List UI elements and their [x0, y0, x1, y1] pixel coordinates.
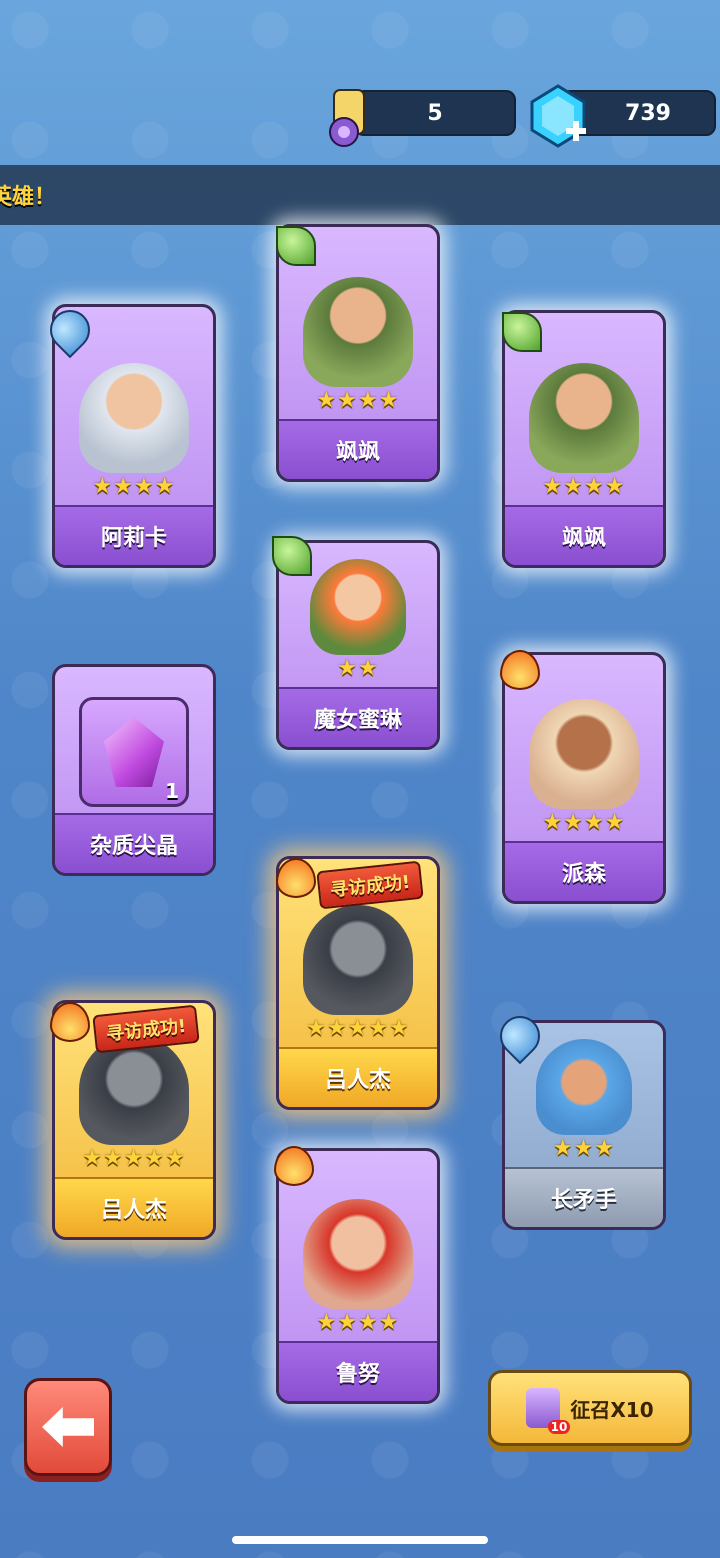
star-rating: ★★★★	[316, 1310, 400, 1335]
hero-figure	[79, 363, 189, 473]
item-card[interactable]: 1 杂质尖晶	[52, 664, 216, 876]
gem-count: 739	[625, 100, 671, 126]
summon-x10-button[interactable]: 10 征召X10	[488, 1370, 692, 1446]
hero-figure	[303, 277, 413, 387]
leaf-element-icon	[276, 226, 316, 266]
hero-name: 阿莉卡	[55, 505, 213, 565]
fire-element-icon	[50, 1002, 90, 1042]
fire-element-icon	[276, 858, 316, 898]
fire-element-icon	[274, 1146, 314, 1186]
hero-figure	[310, 559, 406, 655]
hero-figure	[536, 1039, 632, 1135]
hero-name: 鲁努	[279, 1341, 437, 1401]
item-count: 1	[165, 779, 179, 803]
hero-name: 长矛手	[505, 1167, 663, 1227]
crystal-icon	[104, 717, 164, 787]
hero-name: 飒飒	[279, 419, 437, 479]
leaf-element-icon	[502, 312, 542, 352]
back-button[interactable]	[24, 1378, 112, 1476]
hero-name: 飒飒	[505, 505, 663, 565]
star-rating: ★★★	[552, 1136, 616, 1161]
star-rating: ★★★★	[316, 388, 400, 413]
hero-name: 派森	[505, 841, 663, 901]
hero-figure	[529, 363, 639, 473]
banner-text: 英雄！	[0, 185, 57, 210]
scroll-count: 5	[427, 100, 443, 126]
gem-add-icon[interactable]	[526, 84, 590, 148]
hero-name: 吕人杰	[279, 1047, 437, 1107]
hero-figure	[303, 905, 413, 1015]
hero-figure	[529, 699, 639, 809]
star-rating: ★★★★★	[306, 1016, 410, 1041]
hero-name: 魔女蜜琳	[279, 687, 437, 747]
scroll-currency: 5	[354, 90, 516, 136]
hero-name: 吕人杰	[55, 1177, 213, 1237]
home-indicator[interactable]	[232, 1536, 488, 1544]
item-name: 杂质尖晶	[55, 813, 213, 873]
result-banner: 英雄！	[0, 165, 720, 225]
star-rating: ★★★★	[542, 810, 626, 835]
star-rating: ★★★★★	[82, 1146, 186, 1171]
back-arrow-icon	[42, 1407, 94, 1447]
hero-figure	[303, 1199, 413, 1309]
star-rating: ★★★★	[92, 474, 176, 499]
leaf-element-icon	[272, 536, 312, 576]
hero-card[interactable]: ★★★★ 鲁努	[276, 1148, 440, 1404]
fire-element-icon	[500, 650, 540, 690]
star-rating: ★★★★	[542, 474, 626, 499]
summon-count-badge: 10	[547, 1420, 571, 1434]
summon-label: 征召X10	[570, 1397, 654, 1422]
hero-card[interactable]: ★★★★ 派森	[502, 652, 666, 904]
scroll-icon	[320, 84, 376, 150]
star-rating: ★★	[337, 656, 379, 681]
summon-scroll-icon: 10	[526, 1388, 571, 1434]
hero-figure	[79, 1035, 189, 1145]
